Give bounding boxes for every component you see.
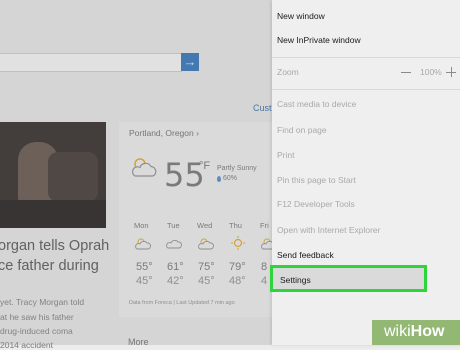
menu-item-open-with-ie: Open with Internet Explorer xyxy=(277,225,381,235)
zoom-level: 100% xyxy=(420,67,442,77)
menu-separator xyxy=(272,57,460,58)
wikihow-watermark: wikiHow xyxy=(372,320,460,345)
menu-item-pin-to-start: Pin this page to Start xyxy=(277,175,356,185)
menu-item-find-on-page: Find on page xyxy=(277,125,327,135)
zoom-out-button[interactable] xyxy=(400,66,412,78)
menu-item-developer-tools: F12 Developer Tools xyxy=(277,199,355,209)
menu-item-cast-media: Cast media to device xyxy=(277,99,357,109)
menu-item-new-window[interactable]: New window xyxy=(277,11,325,21)
menu-item-print: Print xyxy=(277,150,295,160)
more-actions-menu: New window New InPrivate window Zoom Cas… xyxy=(272,0,460,345)
watermark-suffix: How xyxy=(410,323,445,340)
menu-item-new-inprivate-window[interactable]: New InPrivate window xyxy=(277,35,361,45)
watermark-prefix: wiki xyxy=(384,323,411,340)
menu-item-send-feedback[interactable]: Send feedback xyxy=(277,250,334,260)
menu-item-zoom: Zoom xyxy=(277,67,299,77)
page-dim-overlay xyxy=(0,0,272,345)
menu-item-settings[interactable]: Settings xyxy=(270,265,427,292)
menu-separator xyxy=(272,89,460,90)
zoom-in-button[interactable] xyxy=(445,66,457,78)
settings-label: Settings xyxy=(280,275,311,285)
